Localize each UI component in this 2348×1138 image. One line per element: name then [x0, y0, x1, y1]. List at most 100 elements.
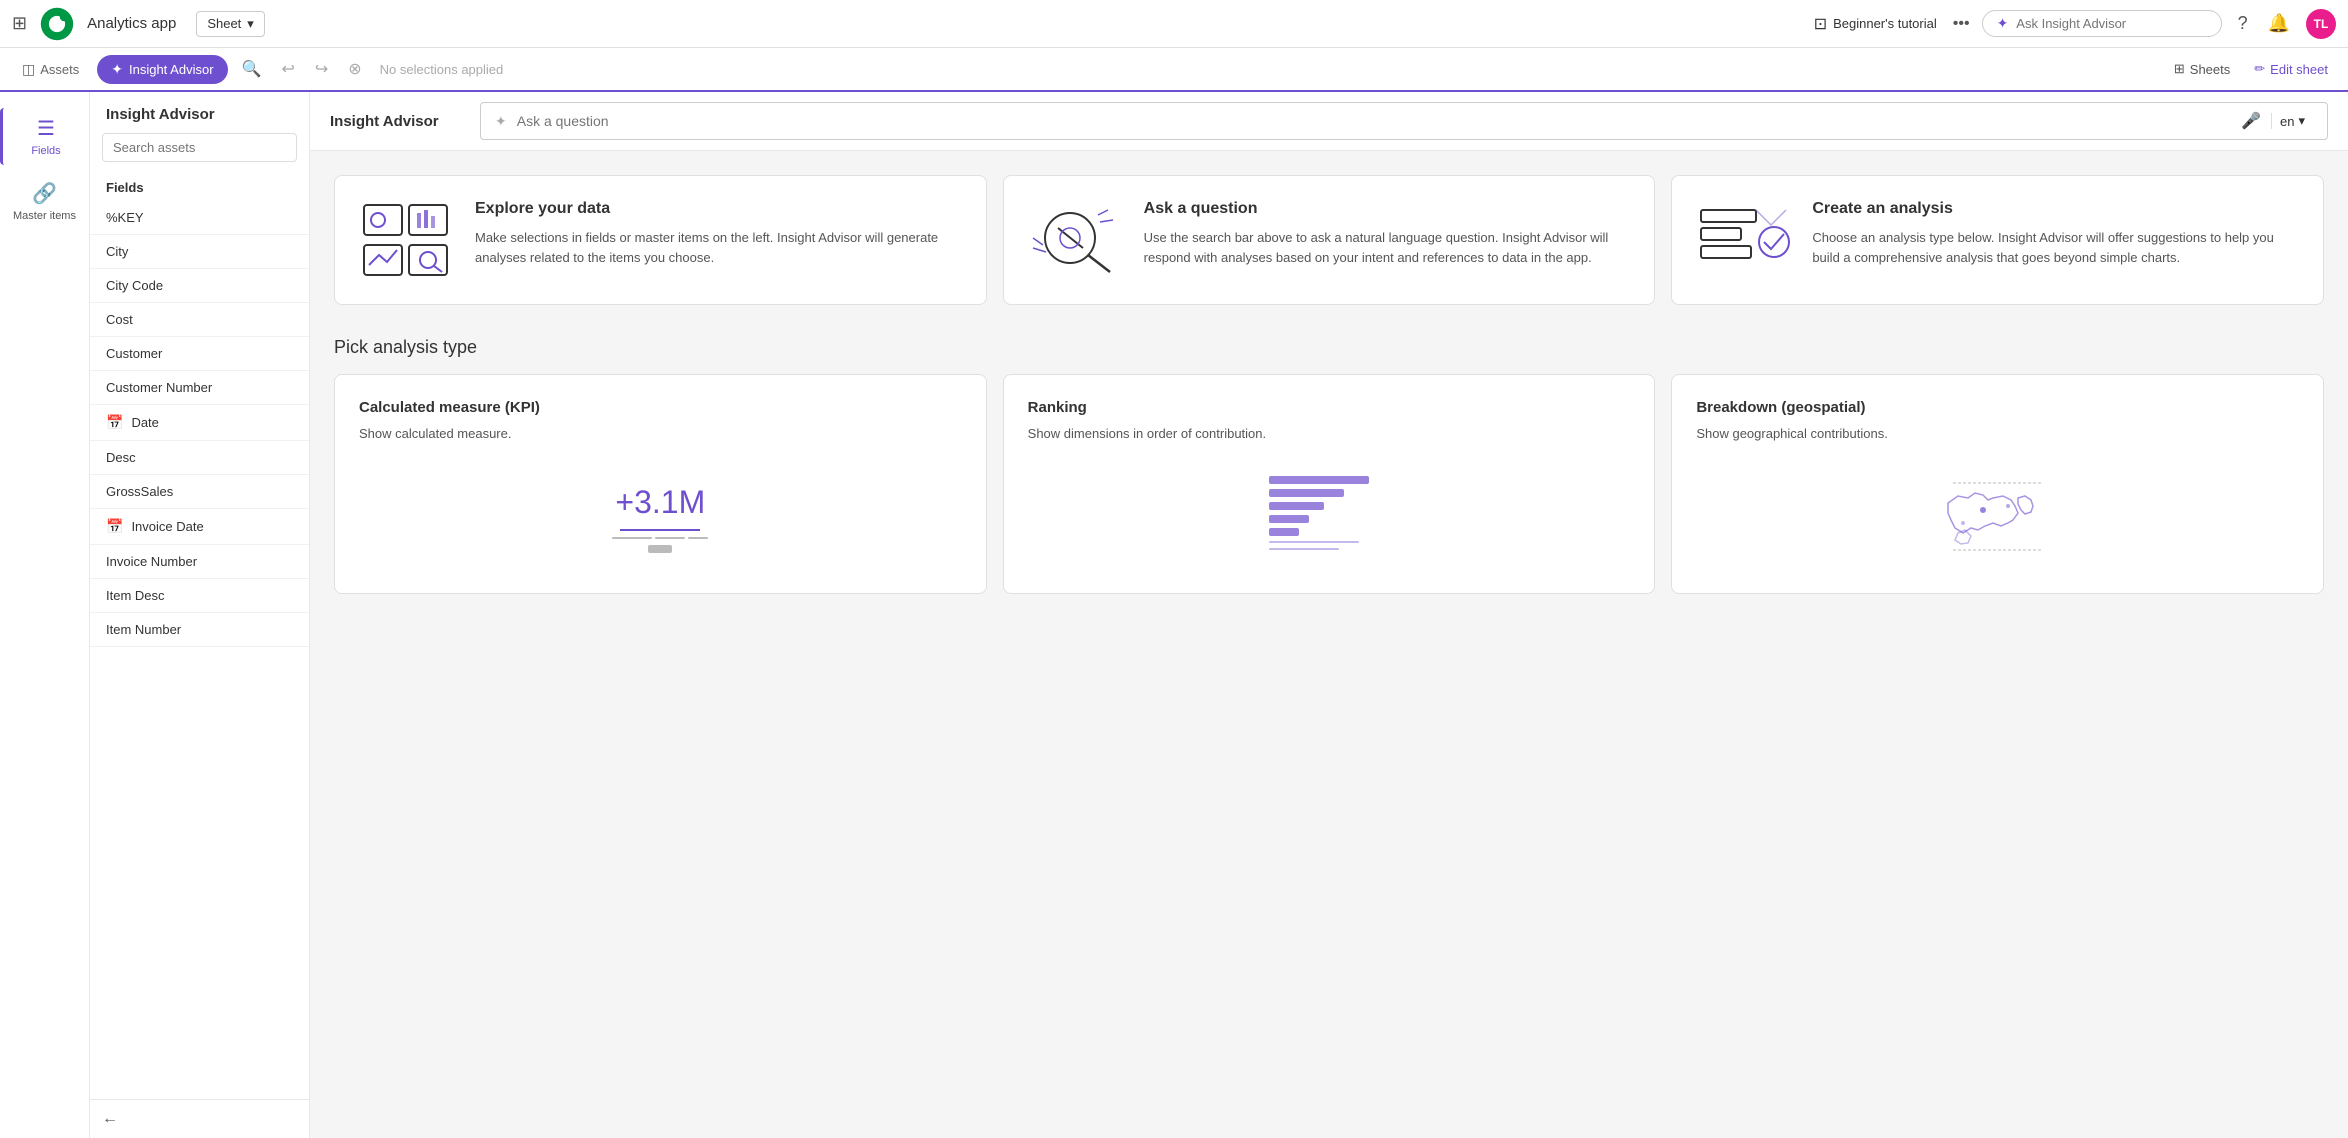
intro-card-ask: Ask a question Use the search bar above … — [1003, 175, 1656, 305]
ask-card-title: Ask a question — [1144, 200, 1631, 218]
analysis-card-ranking[interactable]: Ranking Show dimensions in order of cont… — [1003, 374, 1656, 594]
field-item[interactable]: Cost — [90, 303, 309, 337]
ask-question-field[interactable] — [517, 113, 2231, 129]
forward-icon[interactable]: ↪ — [309, 55, 334, 83]
field-name: City Code — [106, 278, 163, 293]
kpi-card-title: Calculated measure (KPI) — [359, 399, 540, 416]
field-item[interactable]: Customer Number — [90, 371, 309, 405]
link-icon: 🔗 — [32, 181, 57, 206]
kpi-line — [620, 529, 700, 531]
ask-icon — [1028, 200, 1128, 280]
fields-section-label: Fields — [90, 172, 309, 201]
analysis-card-kpi[interactable]: Calculated measure (KPI) Show calculated… — [334, 374, 987, 594]
insight-header: Insight Advisor ✦ 🎤 en ▾ — [310, 92, 2348, 151]
help-icon[interactable]: ? — [2234, 9, 2252, 38]
field-item[interactable]: City Code — [90, 269, 309, 303]
fields-icon: ☰ — [37, 116, 55, 141]
geo-visual — [1696, 460, 2299, 558]
grid-menu-icon[interactable]: ⊞ — [12, 13, 27, 34]
create-card-desc: Choose an analysis type below. Insight A… — [1812, 228, 2299, 267]
ask-insight-nav-field[interactable] — [2016, 16, 2206, 31]
microphone-icon[interactable]: 🎤 — [2241, 111, 2261, 131]
ranking-card-title: Ranking — [1028, 399, 1087, 416]
lang-chevron-icon: ▾ — [2298, 113, 2305, 129]
no-selections-label: No selections applied — [380, 62, 504, 77]
field-item[interactable]: Customer — [90, 337, 309, 371]
top-nav: ⊞ Analytics app Sheet ▾ ⊡ Beginner's tut… — [0, 0, 2348, 48]
tutorial-label: Beginner's tutorial — [1833, 16, 1937, 31]
insight-header-title: Insight Advisor — [330, 113, 470, 130]
edit-sheet-button[interactable]: ✏ Edit sheet — [2246, 57, 2336, 81]
chevron-down-icon: ▾ — [247, 16, 254, 32]
field-item[interactable]: 📅Invoice Date — [90, 509, 309, 545]
field-name: Item Desc — [106, 588, 165, 603]
explore-card-desc: Make selections in fields or master item… — [475, 228, 962, 267]
fields-list: %KEY City City Code Cost CustomerCustomer Nu… — [90, 201, 309, 1099]
create-card-title: Create an analysis — [1812, 200, 2299, 218]
search-assets-container — [102, 133, 297, 162]
field-item[interactable]: City — [90, 235, 309, 269]
sparkle-icon-input: ✦ — [495, 113, 507, 130]
ask-card-text: Ask a question Use the search bar above … — [1144, 200, 1631, 267]
avatar[interactable]: TL — [2306, 9, 2336, 39]
sidebar-item-fields[interactable]: ☰ Fields — [0, 108, 89, 165]
field-name: Item Number — [106, 622, 181, 637]
intro-cards-row: Explore your data Make selections in fie… — [334, 175, 2324, 305]
field-item[interactable]: Desc — [90, 441, 309, 475]
ranking-visual — [1028, 460, 1631, 558]
insight-advisor-tab[interactable]: ✦ Insight Advisor — [97, 55, 227, 84]
content-body: Explore your data Make selections in fie… — [310, 151, 2348, 618]
sidebar-bottom: ← — [90, 1099, 309, 1138]
analysis-card-geo[interactable]: Breakdown (geospatial) Show geographical… — [1671, 374, 2324, 594]
tutorial-button[interactable]: ⊡ Beginner's tutorial — [1814, 14, 1937, 34]
search-selections-icon[interactable]: 🔍 — [236, 55, 268, 83]
field-item[interactable]: 📅Date — [90, 405, 309, 441]
kpi-visual: +3.1M — [359, 460, 962, 569]
field-name: Desc — [106, 450, 136, 465]
create-card-text: Create an analysis Choose an analysis ty… — [1812, 200, 2299, 267]
kpi-card-desc: Show calculated measure. — [359, 424, 511, 444]
collapse-sidebar-button[interactable]: ← — [102, 1110, 118, 1128]
clear-selections-icon[interactable]: ⊗ — [342, 55, 367, 83]
create-icon — [1696, 200, 1796, 280]
sheets-label: Sheets — [2190, 62, 2230, 77]
geo-card-desc: Show geographical contributions. — [1696, 424, 1888, 444]
sparkle-icon: ✦ — [1997, 15, 2009, 32]
explore-card-title: Explore your data — [475, 200, 962, 218]
grid-icon: ⊞ — [2174, 61, 2185, 77]
assets-button[interactable]: ◫ Assets — [12, 55, 89, 84]
field-item[interactable]: %KEY — [90, 201, 309, 235]
sheet-label: Sheet — [207, 16, 241, 31]
geo-card-title: Breakdown (geospatial) — [1696, 399, 1865, 416]
edit-icon: ✏ — [2254, 61, 2265, 77]
language-selector[interactable]: en ▾ — [2271, 113, 2313, 129]
field-name: Cost — [106, 312, 133, 327]
main-area: ☰ Fields 🔗 Master items Insight Advisor … — [0, 92, 2348, 1138]
sheet-dropdown[interactable]: Sheet ▾ — [196, 11, 265, 37]
master-items-label: Master items — [13, 210, 76, 222]
field-name: Invoice Date — [131, 519, 203, 534]
left-panel: ☰ Fields 🔗 Master items — [0, 92, 90, 1138]
field-name: %KEY — [106, 210, 144, 225]
field-item[interactable]: Invoice Number — [90, 545, 309, 579]
notifications-icon[interactable]: 🔔 — [2264, 9, 2294, 38]
sub-toolbar: ◫ Assets ✦ Insight Advisor 🔍 ↩ ↪ ⊗ No se… — [0, 48, 2348, 92]
tutorial-icon: ⊡ — [1814, 14, 1827, 34]
more-options-icon[interactable]: ••• — [1953, 15, 1970, 33]
search-assets-input[interactable] — [102, 133, 297, 162]
kpi-value: +3.1M — [612, 484, 708, 521]
ask-question-container[interactable]: ✦ 🎤 en ▾ — [480, 102, 2328, 140]
field-item[interactable]: Item Desc — [90, 579, 309, 613]
field-item[interactable]: Item Number — [90, 613, 309, 647]
back-icon[interactable]: ↩ — [275, 55, 300, 83]
field-name: Date — [131, 415, 158, 430]
field-name: GrossSales — [106, 484, 173, 499]
sheets-button[interactable]: ⊞ Sheets — [2166, 57, 2238, 81]
field-item[interactable]: GrossSales — [90, 475, 309, 509]
sidebar-item-master-items[interactable]: 🔗 Master items — [0, 173, 89, 230]
ask-insight-nav-input[interactable]: ✦ — [1982, 10, 2222, 37]
insight-advisor-icon: ✦ — [111, 61, 123, 78]
fields-label: Fields — [31, 145, 60, 157]
lang-label: en — [2280, 114, 2294, 129]
field-name: Invoice Number — [106, 554, 197, 569]
